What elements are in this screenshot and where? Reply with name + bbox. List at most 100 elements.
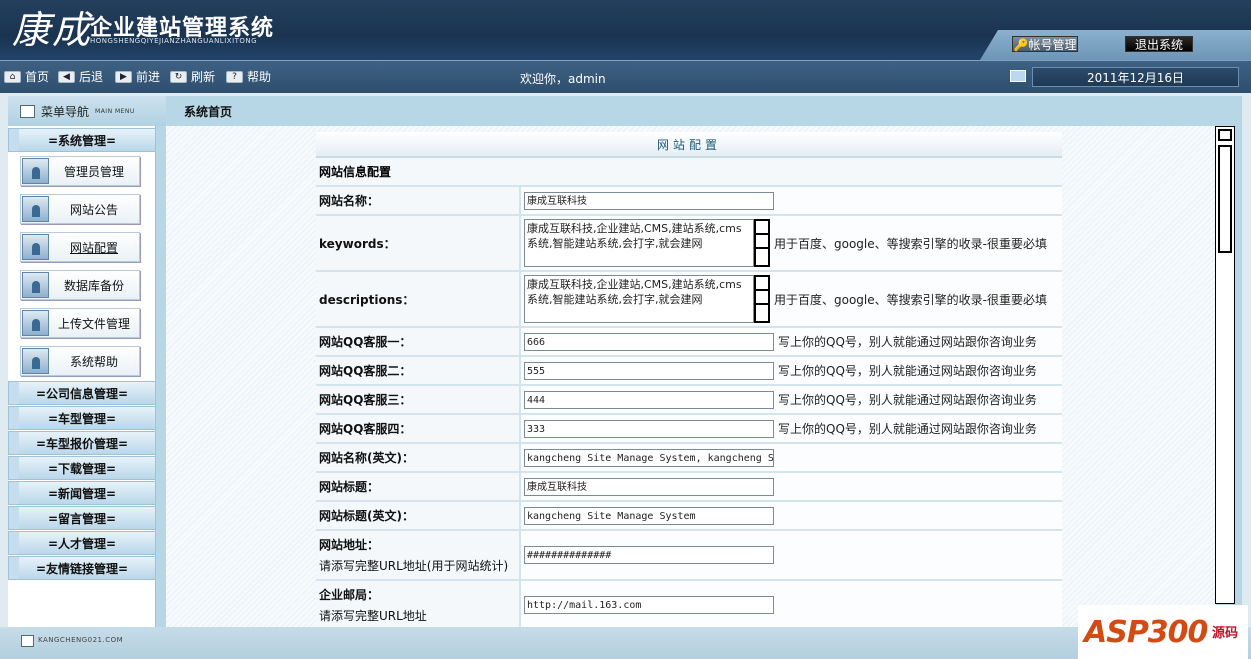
form-row: 网站地址： 请添写完整URL地址(用于网站统计) ############## (316, 531, 1062, 581)
refresh-button[interactable]: ↻ 刷新 (170, 69, 215, 85)
question-icon: ? (226, 71, 243, 83)
menu-group-car-prices[interactable]: =车型报价管理= (8, 431, 156, 455)
site-config-form: 网站配置 网站信息配置 网站名称： 康成互联科技 keywords： 康成互联科… (316, 132, 1062, 631)
user-icon (22, 348, 49, 374)
system-title-pinyin: HONGSHENGQIYEJIANZHANGUANLIXITONG (90, 37, 258, 45)
form-caption: 网站配置 (316, 132, 1062, 158)
descriptions-textarea[interactable]: 康成互联科技,企业建站,CMS,建站系统,cms系统,智能建站系统,会打字,就会… (524, 275, 754, 323)
form-row: 网站QQ客服二： 555 写上你的QQ号，别人就能通过网站跟你咨询业务 (316, 357, 1062, 386)
form-row: 企业邮局： 请添写完整URL地址 http://mail.163.com (316, 581, 1062, 631)
form-row: keywords： 康成互联科技,企业建站,CMS,建站系统,cms系统,智能建… (316, 216, 1062, 272)
back-button[interactable]: ◀ 后退 (58, 69, 103, 85)
field-label: 网站名称： (316, 187, 521, 214)
field-hint: 写上你的QQ号，别人就能通过网站跟你咨询业务 (778, 422, 1037, 436)
content-scrollbar[interactable] (1215, 126, 1235, 604)
menu-group-downloads[interactable]: =下载管理= (8, 456, 156, 480)
menu-item-site-config[interactable]: 网站配置 (20, 232, 140, 262)
menu-group-car-models[interactable]: =车型管理= (8, 406, 156, 430)
home-icon: ⌂ (4, 71, 21, 83)
site-name-en-input[interactable]: kangcheng Site Manage System, kangcheng … (524, 448, 774, 467)
field-label: keywords： (316, 216, 521, 270)
home-button[interactable]: ⌂ 首页 (4, 69, 49, 85)
field-label: 网站标题(英文)： (316, 502, 521, 529)
current-date: 2011年12月16日 (1032, 67, 1239, 87)
main-frame: 菜单导航 MAIN MENU 系统首页 =系统管理= 管理员管理 网站公告 网站… (8, 96, 1242, 631)
user-icon (22, 158, 49, 184)
window-icon (20, 104, 35, 118)
site-title-input[interactable]: 康成互联科技 (524, 477, 774, 496)
field-label: 网站名称(英文)： (316, 444, 521, 471)
form-row: 网站名称(英文)： kangcheng Site Manage System, … (316, 444, 1062, 473)
qq1-input[interactable]: 666 (524, 332, 774, 351)
keywords-scrollbar[interactable] (754, 219, 770, 267)
footer-text: KANGCHENG021.COM (38, 636, 124, 644)
form-row: 网站名称： 康成互联科技 (316, 187, 1062, 216)
menu-navigation-title: 菜单导航 (41, 104, 90, 119)
section-title: 网站信息配置 (316, 158, 1062, 187)
arrow-right-icon: ▶ (115, 71, 132, 83)
menu-item-admin[interactable]: 管理员管理 (20, 156, 140, 186)
top-action-bar: 🔑帐号管理 退出系统 (980, 30, 1251, 60)
field-label: 网站QQ客服二： (316, 357, 521, 384)
field-hint: 写上你的QQ号，别人就能通过网站跟你咨询业务 (778, 335, 1037, 349)
menu-group-talent[interactable]: =人才管理= (8, 531, 156, 555)
menu-navigation-subtitle: MAIN MENU (95, 107, 135, 115)
menu-group-links[interactable]: =友情链接管理= (8, 556, 156, 580)
field-label: 网站标题： (316, 473, 521, 500)
site-url-input[interactable]: ############## (524, 546, 774, 564)
menu-group-messages[interactable]: =留言管理= (8, 506, 156, 530)
scroll-thumb[interactable] (1218, 145, 1232, 253)
form-row: 网站QQ客服四： 333 写上你的QQ号，别人就能通过网站跟你咨询业务 (316, 415, 1062, 444)
field-label: 网站QQ客服三： (316, 386, 521, 413)
logo-brand: 康成 (12, 8, 93, 52)
footer: KANGCHENG021.COM (0, 627, 1251, 659)
forward-button[interactable]: ▶ 前进 (115, 69, 160, 85)
qq3-input[interactable]: 444 (524, 390, 774, 409)
user-icon (22, 272, 49, 298)
scroll-up-arrow[interactable] (1218, 129, 1232, 141)
site-title-en-input[interactable]: kangcheng Site Manage System (524, 506, 774, 525)
watermark-logo: ASP300 源码 (1078, 605, 1248, 659)
form-row: 网站标题： 康成互联科技 (316, 473, 1062, 502)
qq4-input[interactable]: 333 (524, 419, 774, 438)
menu-group-company-info[interactable]: =公司信息管理= (8, 381, 156, 405)
field-sublabel: 请添写完整URL地址 (319, 609, 427, 623)
mail-url-input[interactable]: http://mail.163.com (524, 596, 774, 614)
menu-item-system-help[interactable]: 系统帮助 (20, 346, 140, 376)
form-row: 网站QQ客服一： 666 写上你的QQ号，别人就能通过网站跟你咨询业务 (316, 328, 1062, 357)
help-button[interactable]: ? 帮助 (226, 69, 271, 85)
field-hint: 用于百度、google、等搜索引擎的收录-很重要必填 (774, 292, 1047, 307)
site-name-input[interactable]: 康成互联科技 (524, 191, 774, 210)
watermark-text: ASP300 (1084, 615, 1208, 650)
content-area: 网站配置 网站信息配置 网站名称： 康成互联科技 keywords： 康成互联科… (166, 126, 1216, 631)
menu-group-system[interactable]: =系统管理= (8, 128, 156, 152)
user-icon (22, 196, 49, 222)
account-management-button[interactable]: 🔑帐号管理 (1012, 36, 1078, 52)
form-row: 网站标题(英文)： kangcheng Site Manage System (316, 502, 1062, 531)
window-icon (21, 635, 34, 647)
user-icon (22, 310, 49, 336)
field-hint: 用于百度、google、等搜索引擎的收录-很重要必填 (774, 236, 1047, 251)
menu-item-announcement[interactable]: 网站公告 (20, 194, 140, 224)
header-banner: 康成 企业建站管理系统 HONGSHENGQIYEJIANZHANGUANLIX… (0, 0, 1251, 60)
field-label: 网站QQ客服一： (316, 328, 521, 355)
logout-button[interactable]: 退出系统 (1125, 36, 1193, 52)
refresh-icon: ↻ (170, 71, 187, 83)
menu-item-db-backup[interactable]: 数据库备份 (20, 270, 140, 300)
keywords-textarea[interactable]: 康成互联科技,企业建站,CMS,建站系统,cms系统,智能建站系统,会打字,就会… (524, 219, 754, 267)
watermark-subtext: 源码 (1212, 626, 1239, 641)
key-icon: 🔑 (1013, 38, 1029, 52)
menu-group-news[interactable]: =新闻管理= (8, 481, 156, 505)
field-label: 企业邮局： (319, 588, 380, 602)
qq2-input[interactable]: 555 (524, 361, 774, 380)
menu-item-upload-files[interactable]: 上传文件管理 (20, 308, 140, 338)
field-hint: 写上你的QQ号，别人就能通过网站跟你咨询业务 (778, 393, 1037, 407)
descriptions-scrollbar[interactable] (754, 275, 770, 323)
sidebar: =系统管理= 管理员管理 网站公告 网站配置 数据库备份 上传文件管理 系统帮助… (8, 126, 156, 631)
form-row: 网站QQ客服三： 444 写上你的QQ号，别人就能通过网站跟你咨询业务 (316, 386, 1062, 415)
welcome-text: 欢迎你，admin (520, 72, 606, 86)
monitor-icon (1010, 70, 1026, 82)
form-row: descriptions： 康成互联科技,企业建站,CMS,建站系统,cms系统… (316, 272, 1062, 328)
field-hint: 写上你的QQ号，别人就能通过网站跟你咨询业务 (778, 364, 1037, 378)
user-icon (22, 234, 49, 260)
